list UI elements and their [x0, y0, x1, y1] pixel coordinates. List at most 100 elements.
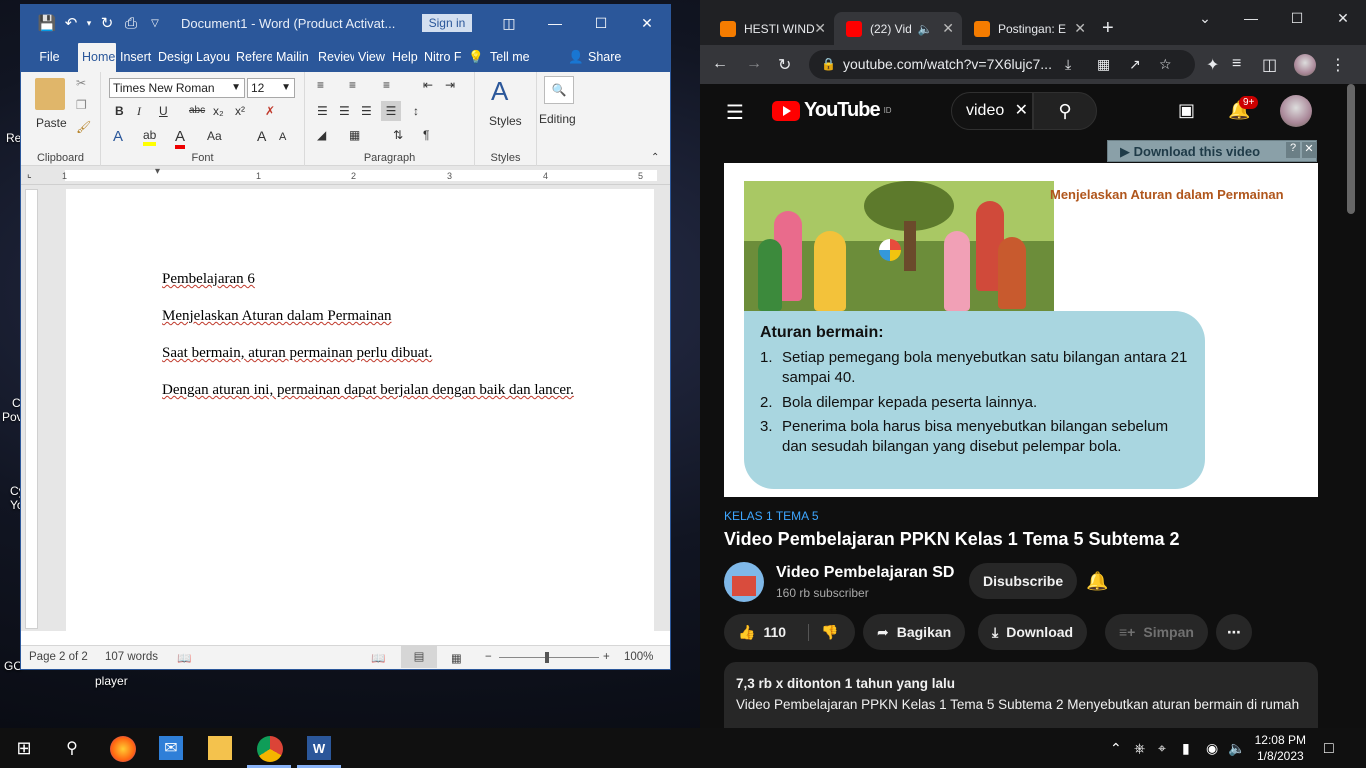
tab-nitro[interactable]: Nitro F — [420, 43, 464, 72]
undo-icon[interactable]: ↶ — [59, 14, 83, 32]
zoom-slider-thumb[interactable] — [545, 652, 549, 663]
print-preview-icon[interactable]: ⎙ — [119, 15, 143, 32]
page-scrollbar[interactable] — [1347, 84, 1355, 214]
close-icon[interactable]: ✕ — [1074, 20, 1086, 37]
underline-button[interactable]: U — [159, 104, 168, 118]
zoom-in-button[interactable]: + — [603, 651, 610, 663]
thumbs-down-icon[interactable]: 👎 — [808, 623, 838, 641]
channel-avatar[interactable] — [724, 562, 764, 602]
tell-me-search[interactable]: Tell me — [486, 43, 564, 72]
mail-icon[interactable]: ✉ — [159, 736, 183, 760]
font-name-select[interactable]: Times New Roman ▼ — [109, 78, 245, 98]
styles-icon[interactable]: A — [491, 76, 508, 107]
bullets-icon[interactable]: ≡ — [317, 78, 324, 92]
desktop-icon-label[interactable]: player — [95, 674, 128, 688]
forward-icon[interactable]: → — [746, 55, 762, 73]
web-layout-icon[interactable]: ▦ — [451, 651, 462, 665]
cut-icon[interactable]: ✂ — [76, 76, 86, 90]
maximize-button[interactable]: ☐ — [1274, 0, 1320, 36]
save-icon[interactable]: 💾 — [35, 14, 59, 32]
font-color-icon[interactable]: A — [175, 128, 186, 149]
align-left-icon[interactable]: ☰ — [317, 104, 328, 118]
italic-button[interactable]: I — [137, 104, 141, 119]
translate-icon[interactable]: ▦ — [1097, 50, 1110, 79]
styles-button[interactable]: Styles — [489, 114, 522, 128]
browser-tab[interactable]: HESTI WIND ✕ — [700, 12, 834, 45]
firefox-icon[interactable] — [110, 736, 136, 762]
usb-icon[interactable]: ⎈ — [1134, 740, 1145, 757]
close-button[interactable]: ✕ — [624, 5, 670, 41]
clear-formatting-icon[interactable]: ✗ — [265, 104, 275, 118]
paste-button[interactable]: Paste — [36, 116, 67, 130]
system-clock[interactable]: 12:08 PM 1/8/2023 — [1255, 732, 1306, 764]
bookmark-star-icon[interactable]: ☆ — [1159, 50, 1172, 79]
tab-references[interactable]: Refere — [232, 43, 272, 72]
reload-icon[interactable]: ↻ — [778, 55, 791, 75]
share-person-icon[interactable]: 👤 — [564, 43, 584, 72]
tab-mailings[interactable]: Mailin — [272, 43, 314, 72]
zoom-out-button[interactable]: − — [485, 651, 492, 663]
maximize-button[interactable]: ☐ — [578, 5, 624, 41]
extensions-icon[interactable]: ✦ — [1206, 55, 1219, 75]
browser-tab[interactable]: Postingan: E ✕ — [962, 12, 1094, 45]
tab-help[interactable]: Help — [388, 43, 420, 72]
ribbon-display-options-icon[interactable]: ◫ — [486, 5, 532, 41]
paragraph[interactable]: Pembelajaran 6 — [162, 271, 255, 288]
new-tab-button[interactable]: + — [1100, 12, 1124, 45]
font-size-select[interactable]: 12 ▼ — [247, 78, 295, 98]
like-count[interactable]: 110 — [763, 624, 786, 640]
minimize-button[interactable]: — — [532, 5, 578, 41]
browser-tab-active[interactable]: (22) Vid 🔈 ✕ — [834, 12, 962, 45]
page-count[interactable]: Page 2 of 2 — [29, 651, 88, 663]
tab-insert[interactable]: Insert — [116, 43, 154, 72]
share-button[interactable]: Share — [584, 43, 624, 72]
strikethrough-button[interactable]: abc — [189, 105, 205, 116]
close-icon[interactable]: ✕ — [814, 20, 826, 37]
increase-indent-icon[interactable]: ⇥ — [445, 78, 455, 92]
back-icon[interactable]: ← — [712, 55, 728, 73]
search-button[interactable]: ⚲ — [1033, 92, 1097, 130]
redo-icon[interactable]: ↻ — [95, 14, 119, 32]
editing-button[interactable]: Editing — [539, 112, 576, 126]
tab-layout[interactable]: Layou — [192, 43, 232, 72]
shrink-font-button[interactable]: A — [279, 131, 286, 143]
download-video-button[interactable]: ▶ Download this video — [1120, 144, 1260, 160]
share-button[interactable]: ➦ Bagikan — [863, 614, 966, 650]
notification-bell-icon[interactable]: 🔔 — [1086, 571, 1108, 592]
account-avatar[interactable] — [1280, 95, 1312, 127]
install-icon[interactable]: ⤓ — [1065, 50, 1071, 79]
subscribe-button[interactable]: Disubscribe — [969, 563, 1078, 599]
download-button[interactable]: ⤓ Download — [978, 614, 1088, 650]
tab-file[interactable]: File — [21, 43, 78, 72]
bold-button[interactable]: B — [115, 104, 124, 118]
windows-start-icon[interactable]: ⊞ — [12, 736, 36, 760]
description-box[interactable]: 7,3 rb x ditonton 1 tahun yang lalu Vide… — [724, 662, 1318, 728]
indent-marker-icon[interactable]: ▾ — [155, 166, 160, 177]
help-icon[interactable]: ? — [1286, 142, 1300, 158]
change-case-button[interactable]: Aa — [207, 129, 222, 143]
more-actions-button[interactable]: ⋯ — [1216, 614, 1252, 650]
webcam-icon[interactable]: ◉ — [1206, 740, 1218, 757]
wifi-icon[interactable]: ⌖ — [1158, 740, 1166, 757]
volume-icon[interactable]: 🔈 — [1228, 740, 1245, 757]
dropdown-icon[interactable]: ▾ — [83, 18, 95, 29]
tab-view[interactable]: View — [354, 43, 388, 72]
lightbulb-icon[interactable]: 💡 — [464, 43, 486, 72]
collapse-ribbon-icon[interactable]: ⌃ — [651, 152, 659, 163]
show-hidden-icons-icon[interactable]: ⌃ — [1110, 740, 1122, 757]
close-icon[interactable]: ✕ — [1302, 142, 1316, 158]
read-mode-icon[interactable]: 📖 — [371, 651, 385, 665]
sign-in-button[interactable]: Sign in — [422, 14, 472, 32]
address-bar[interactable]: 🔒 youtube.com/watch?v=7X6lujc7... ⤓ ▦ ↗ … — [809, 50, 1195, 79]
document-page[interactable]: Pembelajaran 6 Menjelaskan Aturan dalam … — [66, 189, 654, 635]
minimize-button[interactable]: — — [1228, 0, 1274, 36]
file-explorer-icon[interactable] — [208, 736, 232, 760]
multilevel-list-icon[interactable]: ≡ — [383, 78, 390, 92]
numbering-icon[interactable]: ≡ — [349, 78, 356, 92]
tab-selector-icon[interactable]: ⌞ — [27, 169, 32, 180]
align-right-icon[interactable]: ☰ — [361, 104, 372, 118]
speaker-icon[interactable]: 🔈 — [918, 22, 933, 36]
tab-design[interactable]: Desigr — [154, 43, 192, 72]
word-count[interactable]: 107 words — [105, 651, 158, 663]
profile-avatar[interactable] — [1294, 54, 1316, 76]
